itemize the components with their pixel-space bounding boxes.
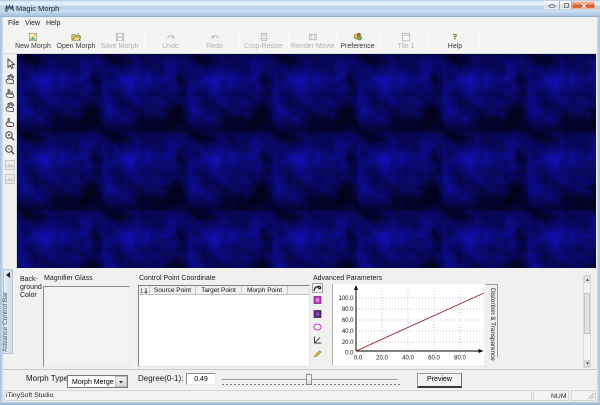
- svg-text:20.0: 20.0: [376, 356, 388, 362]
- svg-text:80.0: 80.0: [454, 356, 466, 362]
- svg-text:40.0: 40.0: [402, 356, 414, 362]
- svg-text:40.0: 40.0: [342, 329, 354, 335]
- svg-text:?: ?: [453, 33, 457, 42]
- svg-text:1: 1: [140, 289, 144, 295]
- svg-text:20.0: 20.0: [342, 340, 354, 346]
- svg-text:100.0: 100.0: [338, 296, 354, 302]
- svg-text:60.0: 60.0: [428, 356, 440, 362]
- svg-text:0.0: 0.0: [354, 356, 363, 362]
- svg-text:80.0: 80.0: [342, 307, 354, 313]
- svg-text:60.0: 60.0: [342, 318, 354, 324]
- svg-text:0.0: 0.0: [345, 351, 354, 357]
